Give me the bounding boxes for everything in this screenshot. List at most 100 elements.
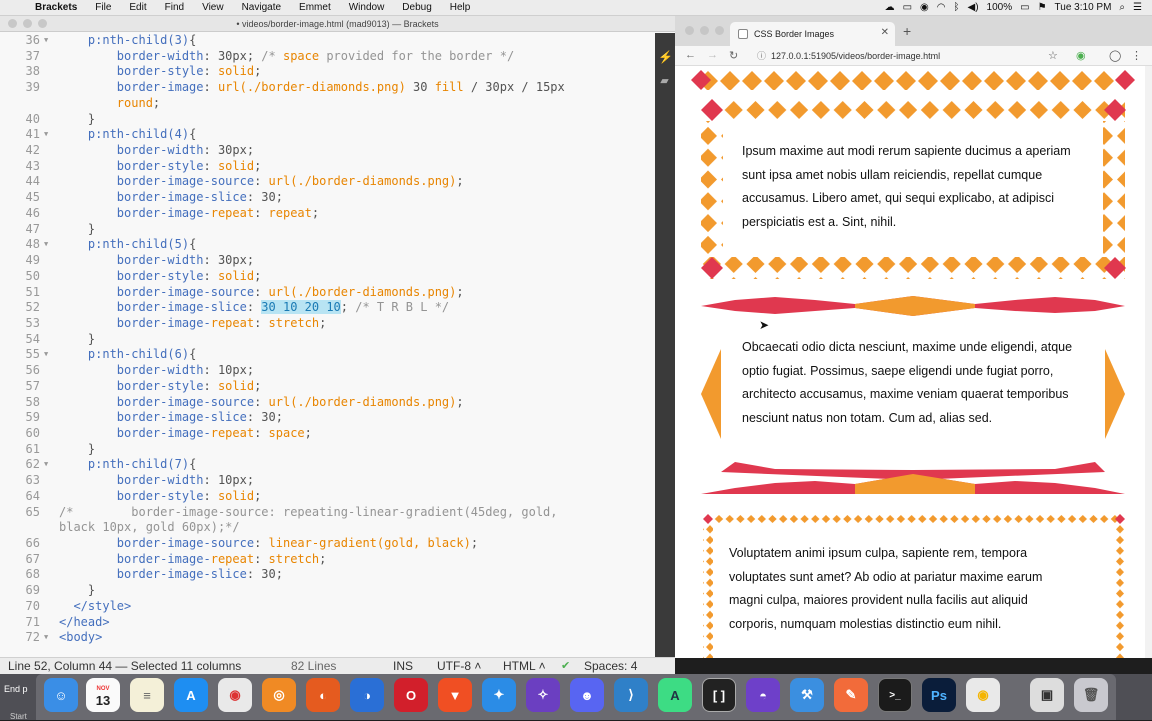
opera-icon[interactable]: O [394,678,428,712]
tab-close-icon[interactable]: ✕ [881,27,889,38]
menu-view[interactable]: View [193,0,233,16]
cloud-icon[interactable]: ☁ [885,0,895,16]
menu-help[interactable]: Help [441,0,480,16]
menu-edit[interactable]: Edit [120,0,155,16]
code-line[interactable]: 53 border-image-repeat: stretch; [0,316,655,332]
vscode-icon[interactable]: ⟩ [614,678,648,712]
code-area[interactable]: 36 ▼ p:nth-child(3){37 border-width: 30px… [0,33,655,657]
code-line[interactable]: round; [0,96,655,112]
firefox-dev-icon[interactable]: ◑ [350,678,384,712]
browser-close-button[interactable] [685,26,694,35]
code-line[interactable]: 71 </head> [0,615,655,631]
fold-arrow-icon[interactable]: ▼ [44,630,48,646]
code-line[interactable]: black 10px, gold 60px);*/ [0,520,655,536]
safari-preview-icon[interactable]: ✧ [526,678,560,712]
forward-icon[interactable]: → [707,49,718,61]
code-line[interactable]: 39 border-image: url(./border-diamonds.p… [0,80,655,96]
code-line[interactable]: 55 ▼ p:nth-child(6){ [0,347,655,363]
insert-mode[interactable]: INS [393,658,413,675]
code-line[interactable]: 58 border-image-source: url(./border-dia… [0,395,655,411]
address-bar[interactable]: ⓘ 127.0.0.1:51905/videos/border-image.ht… [753,48,1065,64]
code-line[interactable]: 41 ▼ p:nth-child(4){ [0,127,655,143]
fold-arrow-icon[interactable]: ▼ [44,127,48,143]
bookmark-star-icon[interactable]: ☆ [1048,49,1058,62]
back-icon[interactable]: ← [685,49,696,61]
browser-zoom-button[interactable] [715,26,724,35]
photoshop-icon[interactable]: Ps [922,678,956,712]
finder-icon[interactable]: ☺ [44,678,78,712]
battery-percent[interactable]: 100% [987,0,1013,16]
chrome-icon[interactable]: ◉ [218,678,252,712]
indent-setting[interactable]: Spaces: 4 [584,658,637,675]
code-line[interactable]: 54 } [0,332,655,348]
screenshot-icon[interactable]: ▣ [1030,678,1064,712]
fold-arrow-icon[interactable]: ▼ [44,237,48,253]
github-icon[interactable]: ◓ [746,678,780,712]
volume-icon[interactable]: ◀) [968,0,979,16]
code-line[interactable]: 59 border-image-slice: 30; [0,410,655,426]
code-line[interactable]: 38 border-style: solid; [0,64,655,80]
code-line[interactable]: 40 } [0,112,655,128]
new-tab-button[interactable]: + [903,23,911,39]
code-line[interactable]: 62 ▼ p:nth-child(7){ [0,457,655,473]
fold-arrow-icon[interactable]: ▼ [44,33,48,49]
code-line[interactable]: 65 /* border-image-source: repeating-line… [0,505,655,521]
code-line[interactable]: 44 border-image-source: url(./border-dia… [0,174,655,190]
code-line[interactable]: 70 </style> [0,599,655,615]
chrome-canary-icon[interactable]: ◉ [966,678,1000,712]
chrome-menu-icon[interactable]: ⋮ [1131,49,1142,62]
code-line[interactable]: 47 } [0,222,655,238]
code-line[interactable]: 61 } [0,442,655,458]
safari-icon[interactable]: ✦ [482,678,516,712]
flag-icon[interactable]: ⚑ [1038,0,1047,16]
fold-arrow-icon[interactable]: ▼ [44,347,48,363]
code-line[interactable]: 68 border-image-slice: 30; [0,567,655,583]
terminal-icon[interactable]: >_ [878,678,912,712]
code-line[interactable]: 72 ▼ <body> [0,630,655,646]
browser-minimize-button[interactable] [700,26,709,35]
code-line[interactable]: 51 border-image-source: url(./border-dia… [0,285,655,301]
notes-icon[interactable]: ≡ [130,678,164,712]
extension-manager-icon[interactable]: ▰ [658,75,671,87]
reload-icon[interactable]: ↻ [729,49,738,62]
code-line[interactable]: 50 border-style: solid; [0,269,655,285]
xcode-icon[interactable]: ⚒ [790,678,824,712]
menu-file[interactable]: File [86,0,120,16]
app-store-icon[interactable]: A [174,678,208,712]
calendar-icon[interactable]: NOV 13 [86,678,120,712]
tab-css-border-images[interactable]: CSS Border Images ✕ [730,22,895,46]
menu-emmet[interactable]: Emmet [290,0,340,16]
info-icon[interactable]: ⓘ [757,48,766,64]
code-line[interactable]: 52 border-image-slice: 30 10 20 10; /* T… [0,300,655,316]
code-line[interactable]: 66 border-image-source: linear-gradient(… [0,536,655,552]
firefox-icon[interactable]: ◐ [306,678,340,712]
encoding-select[interactable]: UTF-8 ˄ [437,658,481,675]
brackets-icon[interactable]: [ ] [702,678,736,712]
end-presentation-label[interactable]: End p [4,684,28,694]
discord-icon[interactable]: ☻ [570,678,604,712]
brave-icon[interactable]: ▼ [438,678,472,712]
language-select[interactable]: HTML ˄ [503,658,546,675]
code-line[interactable]: 60 border-image-repeat: space; [0,426,655,442]
page-scrollbar[interactable] [1145,66,1152,658]
code-line[interactable]: 67 border-image-repeat: stretch; [0,552,655,568]
notification-icon[interactable]: ☰ [1133,0,1142,16]
bluetooth-icon[interactable]: ᛒ [954,0,960,16]
code-line[interactable]: 36 ▼ p:nth-child(3){ [0,33,655,49]
ubuntu-icon[interactable]: ◎ [262,678,296,712]
clock[interactable]: Tue 3:10 PM [1055,0,1112,16]
trash-icon[interactable]: 🗑 [1074,678,1108,712]
menu-navigate[interactable]: Navigate [233,0,290,16]
code-line[interactable]: 43 border-style: solid; [0,159,655,175]
code-line[interactable]: 37 border-width: 30px; /* space provided… [0,49,655,65]
extension-icon[interactable]: ◉ [1076,49,1086,62]
code-line[interactable]: 49 border-width: 30px; [0,253,655,269]
linter-check-icon[interactable]: ✔ [561,658,570,675]
eye-icon[interactable]: ◉ [920,0,929,16]
android-studio-icon[interactable]: A [658,678,692,712]
code-line[interactable]: 45 border-image-slice: 30; [0,190,655,206]
code-line[interactable]: 46 border-image-repeat: repeat; [0,206,655,222]
spotlight-icon[interactable]: ⌕ [1119,0,1125,16]
code-line[interactable]: 48 ▼ p:nth-child(5){ [0,237,655,253]
live-preview-icon[interactable]: ⚡ [658,51,673,63]
